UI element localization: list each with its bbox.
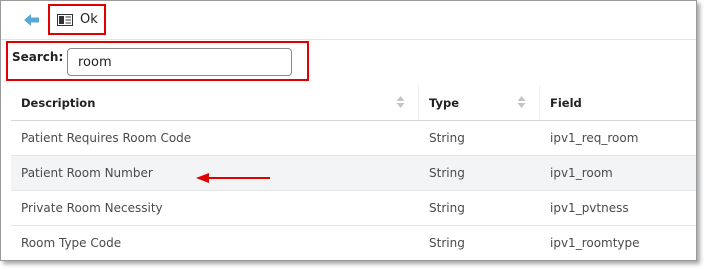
field-cell: ipv1_room (550, 166, 613, 180)
sort-icon[interactable] (396, 95, 405, 109)
column-divider (539, 85, 540, 120)
column-header-label: Description (21, 95, 96, 110)
annotation-arrow-icon (196, 173, 270, 183)
toolbar: Ok (1, 1, 696, 40)
description-cell: Private Room Necessity (21, 201, 163, 215)
column-header-label: Type (429, 95, 460, 110)
field-cell: ipv1_pvtness (550, 201, 629, 215)
table-row[interactable]: Patient Requires Room Code String ipv1_r… (11, 121, 696, 156)
ok-button[interactable]: Ok (48, 4, 106, 35)
table-header-row: Description Type Field (11, 85, 696, 121)
column-header-field[interactable]: Field (550, 85, 582, 120)
sort-icon[interactable] (517, 95, 526, 109)
back-arrow-icon (24, 14, 39, 26)
description-cell: Room Type Code (21, 236, 122, 250)
table-row[interactable]: Room Type Code String ipv1_roomtype (11, 226, 696, 260)
table-row[interactable]: Private Room Necessity String ipv1_pvtne… (11, 191, 696, 226)
search-label: Search: (12, 50, 64, 64)
type-cell: String (429, 201, 465, 215)
type-cell: String (429, 236, 465, 250)
type-cell: String (429, 166, 465, 180)
column-header-description[interactable]: Description (21, 85, 95, 120)
type-cell: String (429, 131, 465, 145)
table-row[interactable]: Patient Room Number String ipv1_room (11, 156, 696, 191)
document-check-icon (57, 13, 73, 26)
column-header-type[interactable]: Type (429, 85, 459, 120)
ok-button-label: Ok (80, 12, 98, 27)
field-cell: ipv1_roomtype (550, 236, 640, 250)
search-input[interactable] (67, 48, 292, 76)
field-cell: ipv1_req_room (550, 131, 639, 145)
search-area: Search: (6, 41, 309, 81)
description-cell: Patient Requires Room Code (21, 131, 192, 145)
description-cell: Patient Room Number (21, 166, 153, 180)
column-header-label: Field (550, 95, 582, 110)
dialog-window: Ok Search: Description Type Fi (0, 0, 697, 261)
results-table: Description Type Field Patient Requires … (11, 85, 696, 260)
column-divider (418, 85, 419, 120)
back-button[interactable] (23, 12, 41, 26)
